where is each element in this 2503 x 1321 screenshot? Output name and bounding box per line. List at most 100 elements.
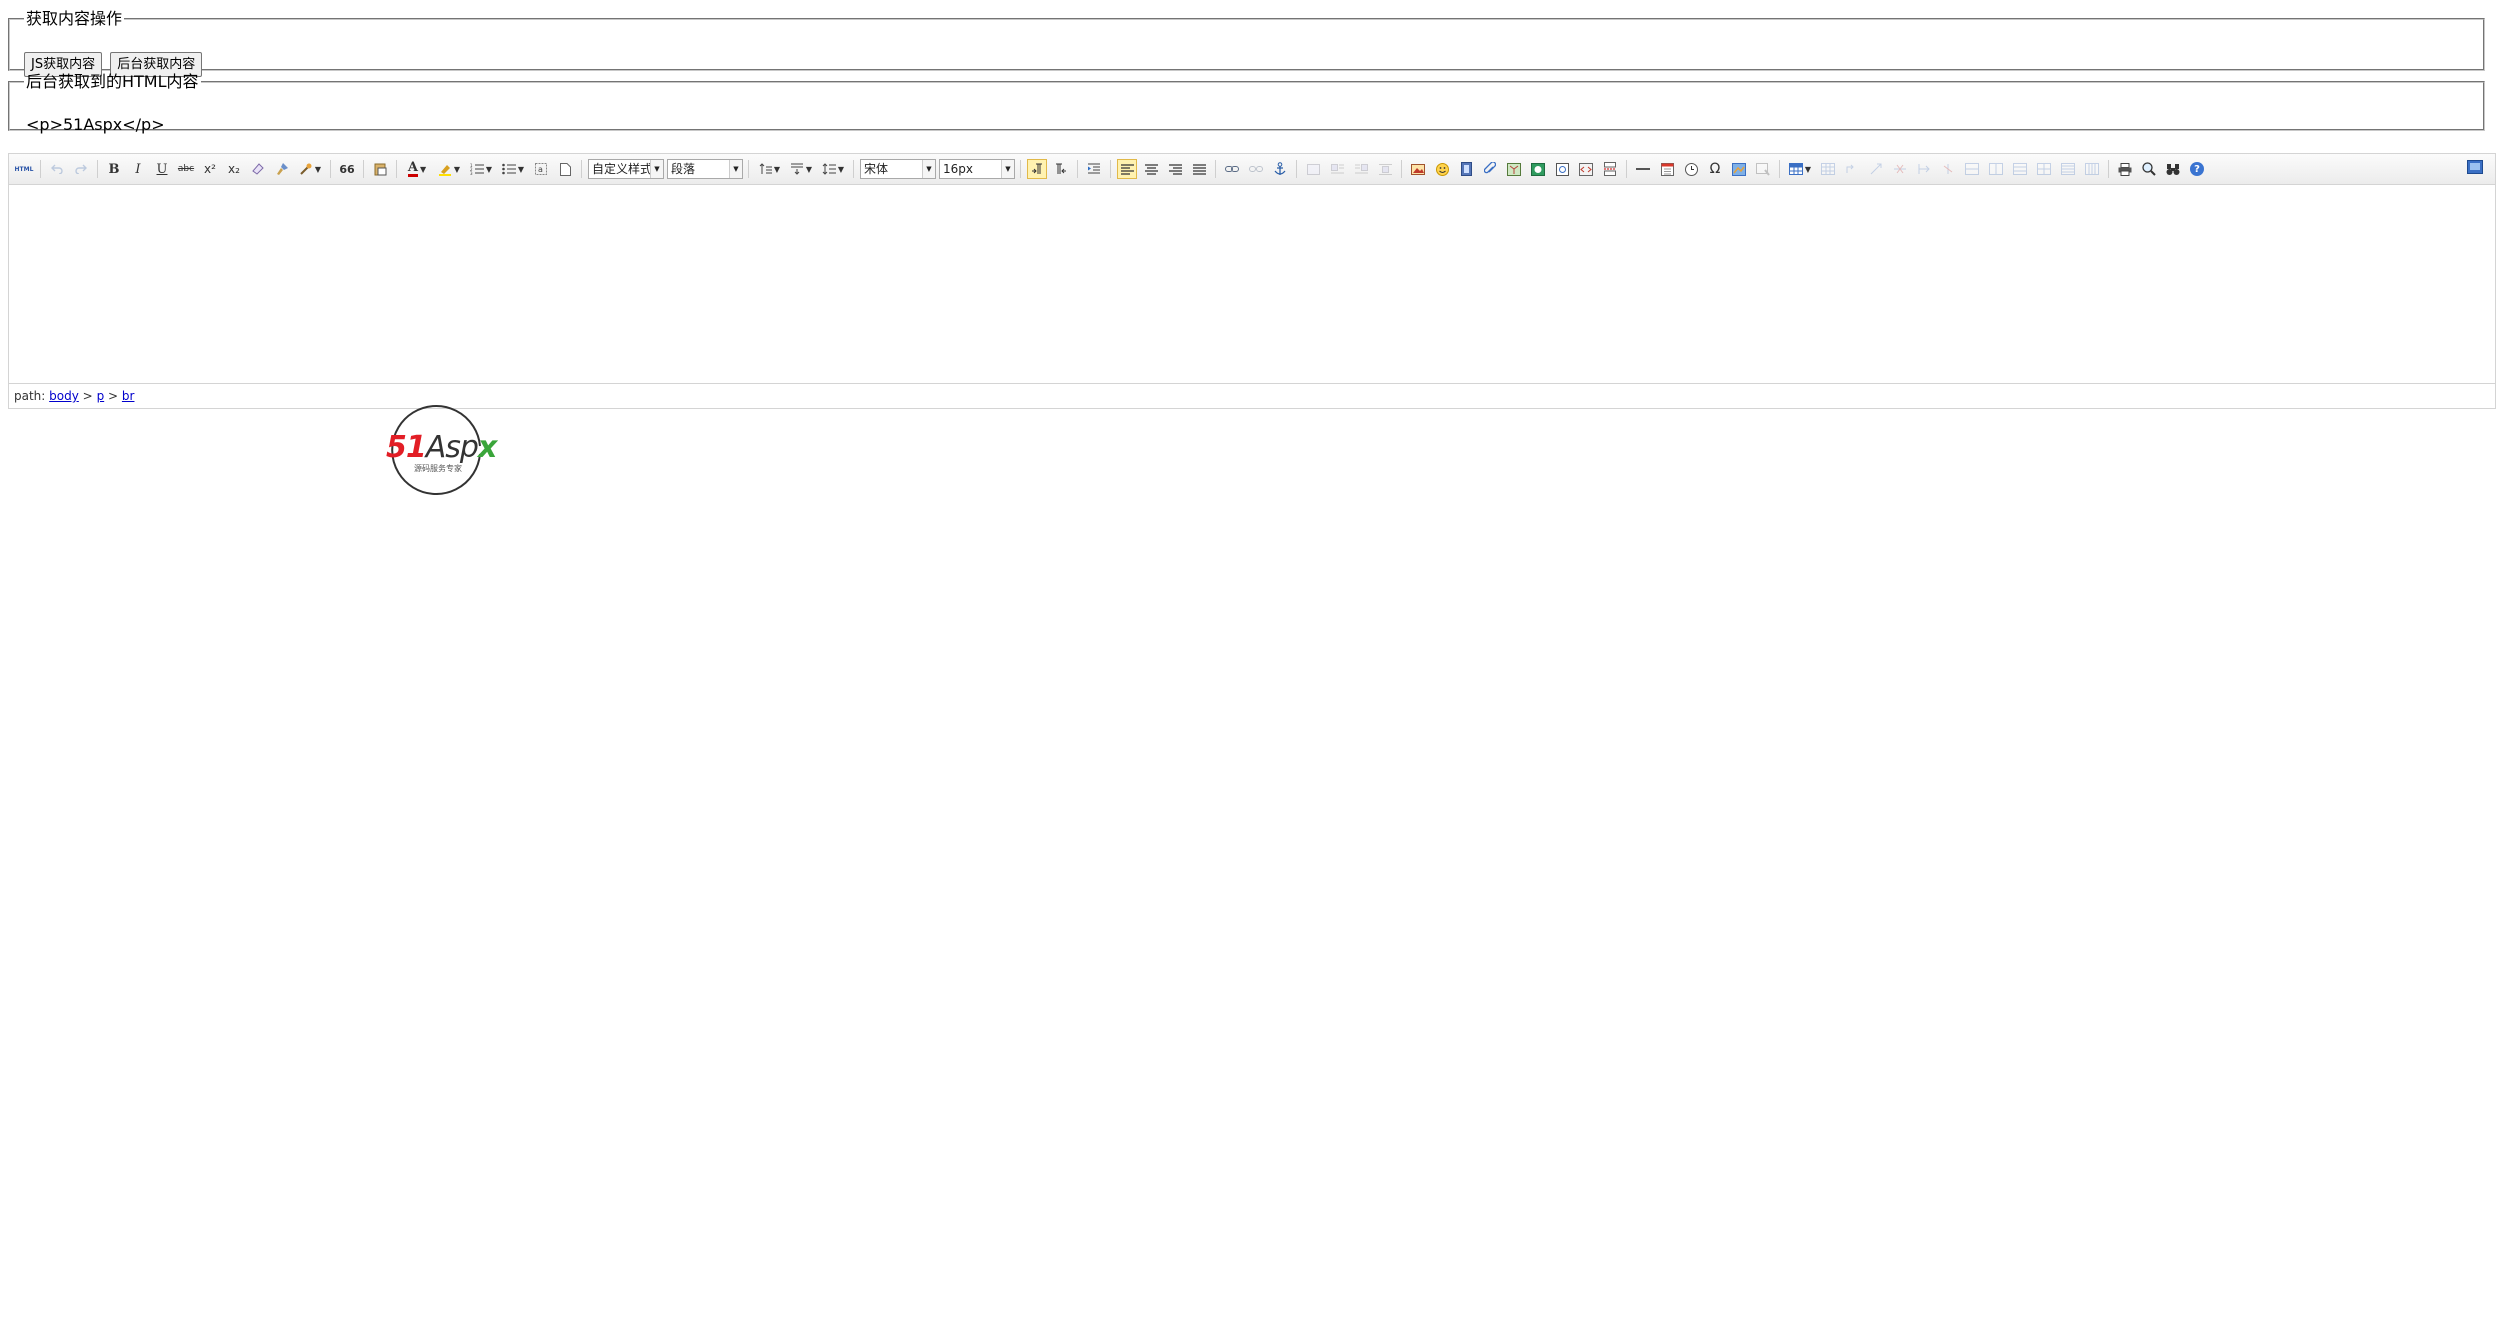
redo-button[interactable] [71,159,91,179]
print-button[interactable] [2115,159,2135,179]
path-separator: > [108,389,119,403]
blockquote-button[interactable]: 66 [337,159,357,179]
format-painter-button[interactable] [272,159,292,179]
insert-col-button[interactable] [1914,159,1934,179]
font-size-select[interactable]: 16px ▼ [939,159,1015,179]
element-path-bar: path: body > p > br [9,383,2495,408]
path-link-br[interactable]: br [122,389,135,403]
font-color-dropdown[interactable]: A ▼ [403,159,431,179]
align-justify-button[interactable] [1189,159,1209,179]
image-none-button[interactable] [1303,159,1323,179]
select-all-button[interactable]: a [531,159,551,179]
globe-map-icon [1531,162,1545,176]
subscript-button[interactable]: x₂ [224,159,244,179]
custom-style-select[interactable]: 自定义样式 ▼ [588,159,664,179]
insert-video-button[interactable] [1456,159,1476,179]
row-spacing-bottom-dropdown[interactable]: ▼ [787,159,815,179]
underline-button[interactable]: U [152,159,172,179]
special-chars-button[interactable]: Ω [1705,159,1725,179]
link-button[interactable] [1222,159,1242,179]
omega-icon: Ω [1709,161,1721,177]
insert-date-button[interactable] [1657,159,1677,179]
delete-col-button[interactable] [1938,159,1958,179]
wordimage-button[interactable] [1729,159,1749,179]
search-replace-binoculars-button[interactable] [2163,159,2183,179]
ordered-list-dropdown[interactable]: 123 ▼ [467,159,495,179]
paperclip-icon [1484,162,1496,174]
row-spacing-top-dropdown[interactable]: ▼ [755,159,783,179]
svg-text:51Aspx: 51Aspx [386,430,499,465]
search-replace-button[interactable] [1753,159,1773,179]
toolbar-separator [748,160,749,178]
gmap-button[interactable] [1528,159,1548,179]
unlink-button[interactable] [1246,159,1266,179]
indent-button[interactable] [1084,159,1104,179]
insert-paragraph-before-table-button[interactable] [1842,159,1862,179]
preview-button[interactable] [2139,159,2159,179]
font-color-icon: A [407,159,418,177]
paste-plain-button[interactable] [370,159,390,179]
horizontal-rule-button[interactable] [1633,159,1653,179]
delete-table-button[interactable] [1818,159,1838,179]
unordered-list-dropdown[interactable]: ▼ [499,159,527,179]
rich-text-editor: HTML B I U abc x² x₂ ▼ 66 A ▼ ▼ 1 2 3 ▼ … [8,153,2496,409]
image-float-right-icon [1354,163,1368,173]
toolbar-separator [581,160,582,178]
source-html-label: HTML [14,165,34,173]
split-to-cols-button[interactable] [2082,159,2102,179]
image-left-button[interactable] [1327,159,1347,179]
map-button[interactable] [1504,159,1524,179]
toolbar-separator [363,160,364,178]
source-html-button[interactable]: HTML [14,159,34,179]
highlight-color-dropdown[interactable]: ▼ [435,159,463,179]
path-link-p[interactable]: p [97,389,105,403]
fullscreen-button[interactable] [2467,159,2487,179]
insert-row-button[interactable] [1866,159,1886,179]
logo-brand-green: x [476,430,499,465]
align-left-button[interactable] [1117,159,1137,179]
indent-icon [1088,163,1100,174]
eraser-button[interactable] [248,159,268,179]
align-center-button[interactable] [1141,159,1161,179]
brand-logo: 51Aspx 源码服务专家 [386,405,500,495]
logo-brand-black: Asp [424,430,478,465]
merge-down-button[interactable] [2010,159,2030,179]
emotion-button[interactable] [1432,159,1452,179]
superscript-button[interactable]: x² [200,159,220,179]
insert-time-button[interactable] [1681,159,1701,179]
bold-button[interactable]: B [104,159,124,179]
delete-row-button[interactable] [1890,159,1910,179]
direction-ltr-button[interactable] [1027,159,1047,179]
path-link-body[interactable]: body [49,389,79,403]
insert-code-button[interactable] [1576,159,1596,179]
row-spacing-top-icon [759,163,772,174]
image-center-button[interactable] [1375,159,1395,179]
insert-frame-button[interactable] [1552,159,1572,179]
split-to-rows-button[interactable] [2058,159,2078,179]
align-right-button[interactable] [1165,159,1185,179]
image-right-button[interactable] [1351,159,1371,179]
undo-button[interactable] [47,159,67,179]
anchor-button[interactable] [1270,159,1290,179]
font-family-select[interactable]: 宋体 ▼ [860,159,936,179]
clipboard-icon [374,163,386,176]
chevron-down-icon: ▼ [729,160,742,178]
editor-content-area[interactable] [9,184,2495,384]
direction-rtl-button[interactable] [1051,159,1071,179]
italic-button[interactable]: I [128,159,148,179]
auto-typeset-dropdown[interactable]: ▼ [296,159,324,179]
page-break-button[interactable] [1600,159,1620,179]
attachment-button[interactable] [1480,159,1500,179]
line-height-dropdown[interactable]: ▼ [819,159,847,179]
split-to-cells-button[interactable] [2034,159,2054,179]
strikethrough-icon: abc [177,164,195,174]
merge-cells-button[interactable] [1962,159,1982,179]
insert-image-button[interactable] [1408,159,1428,179]
row-spacing-bottom-icon [790,163,803,175]
insert-table-dropdown[interactable]: ▼ [1786,159,1814,179]
strikethrough-button[interactable]: abc [176,159,196,179]
merge-right-button[interactable] [1986,159,2006,179]
paragraph-select[interactable]: 段落 ▼ [667,159,743,179]
clear-doc-button[interactable] [555,159,575,179]
help-button[interactable]: ? [2190,162,2204,176]
